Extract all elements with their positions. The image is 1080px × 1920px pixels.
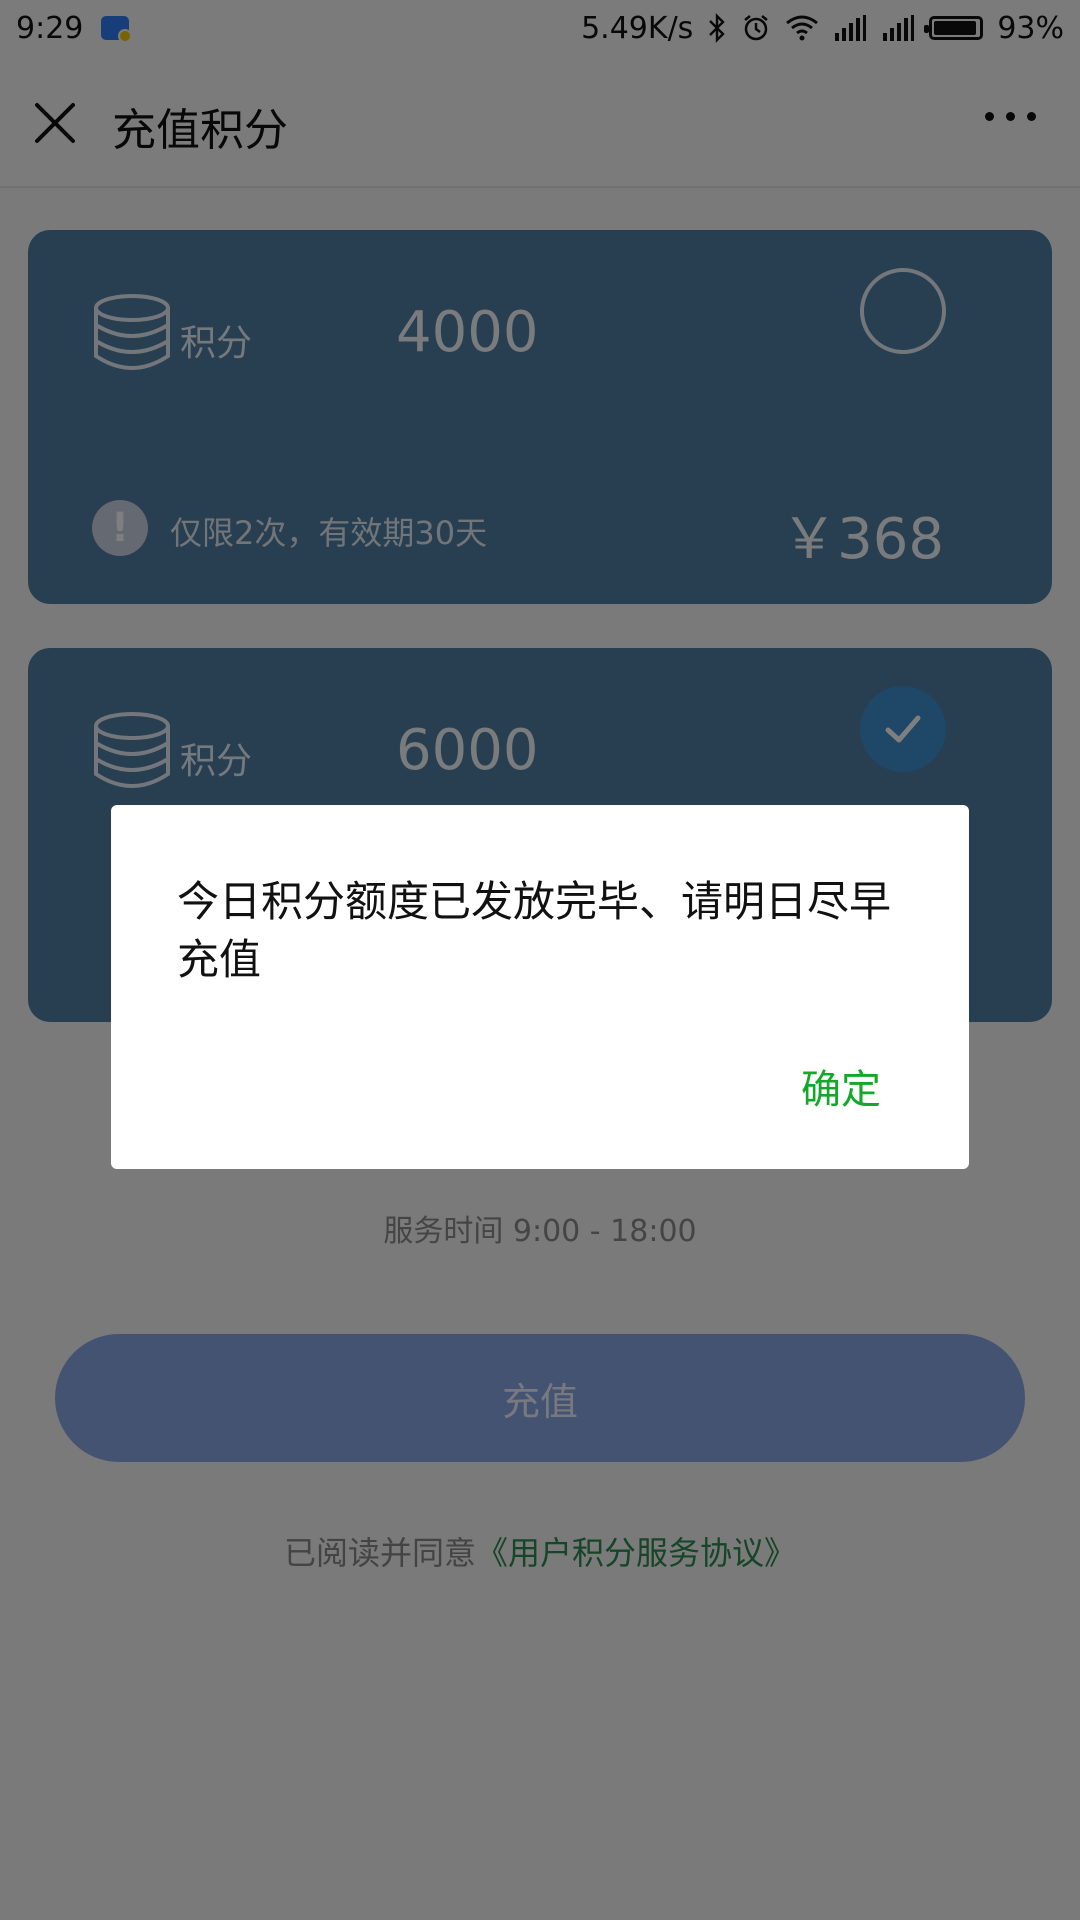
alert-dialog: 今日积分额度已发放完毕、请明日尽早充值 确定 bbox=[111, 805, 969, 1169]
confirm-button[interactable]: 确定 bbox=[801, 1057, 881, 1115]
recharge-points-page: 9:29 5.49K/s 93% 充值积分 积分 4000 ! 仅限2次，有效期… bbox=[0, 0, 1080, 1920]
dialog-message: 今日积分额度已发放完毕、请明日尽早充值 bbox=[177, 877, 892, 984]
